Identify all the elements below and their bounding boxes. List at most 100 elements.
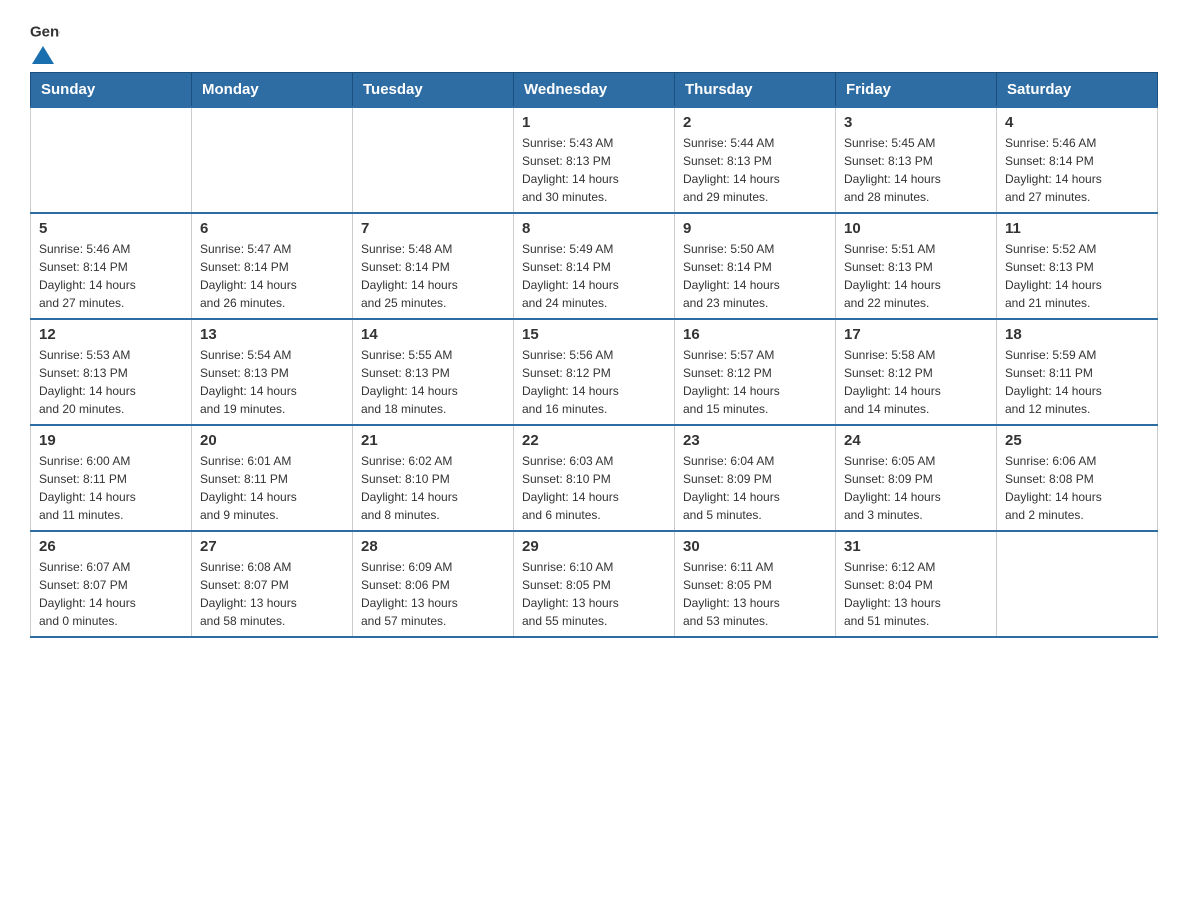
day-number: 30 xyxy=(683,538,827,555)
day-info-line: Sunrise: 5:43 AM xyxy=(522,134,666,152)
day-info-line: Sunset: 8:14 PM xyxy=(39,258,183,276)
day-info-line: Sunrise: 6:07 AM xyxy=(39,558,183,576)
calendar-cell xyxy=(997,531,1158,637)
day-info-line: Sunrise: 5:57 AM xyxy=(683,346,827,364)
day-number: 25 xyxy=(1005,432,1149,449)
header: General xyxy=(30,20,1158,62)
day-number: 22 xyxy=(522,432,666,449)
calendar-cell xyxy=(31,107,192,213)
calendar-cell: 13Sunrise: 5:54 AMSunset: 8:13 PMDayligh… xyxy=(192,319,353,425)
day-info-line: Sunset: 8:11 PM xyxy=(39,470,183,488)
calendar-cell: 17Sunrise: 5:58 AMSunset: 8:12 PMDayligh… xyxy=(836,319,997,425)
calendar-cell: 28Sunrise: 6:09 AMSunset: 8:06 PMDayligh… xyxy=(353,531,514,637)
day-info-line: Daylight: 13 hours xyxy=(844,594,988,612)
day-info-line: Sunrise: 6:06 AM xyxy=(1005,452,1149,470)
day-info-line: and 51 minutes. xyxy=(844,612,988,630)
day-info-line: Sunset: 8:09 PM xyxy=(844,470,988,488)
day-info-line: and 26 minutes. xyxy=(200,294,344,312)
calendar-cell: 20Sunrise: 6:01 AMSunset: 8:11 PMDayligh… xyxy=(192,425,353,531)
calendar-cell: 18Sunrise: 5:59 AMSunset: 8:11 PMDayligh… xyxy=(997,319,1158,425)
day-number: 23 xyxy=(683,432,827,449)
day-info-line: Sunrise: 5:56 AM xyxy=(522,346,666,364)
day-info-line: Sunrise: 5:49 AM xyxy=(522,240,666,258)
day-number: 19 xyxy=(39,432,183,449)
day-info-line: Daylight: 14 hours xyxy=(844,276,988,294)
day-info-line: Daylight: 14 hours xyxy=(844,382,988,400)
day-info-line: Sunrise: 5:44 AM xyxy=(683,134,827,152)
day-info-line: and 6 minutes. xyxy=(522,506,666,524)
day-number: 20 xyxy=(200,432,344,449)
day-info-line: Sunset: 8:13 PM xyxy=(522,152,666,170)
day-info-line: Sunrise: 5:50 AM xyxy=(683,240,827,258)
day-info-line: and 11 minutes. xyxy=(39,506,183,524)
calendar-cell: 22Sunrise: 6:03 AMSunset: 8:10 PMDayligh… xyxy=(514,425,675,531)
calendar-cell: 27Sunrise: 6:08 AMSunset: 8:07 PMDayligh… xyxy=(192,531,353,637)
day-info-line: Daylight: 14 hours xyxy=(522,276,666,294)
day-info-line: Sunset: 8:12 PM xyxy=(683,364,827,382)
day-info-line: Sunrise: 6:12 AM xyxy=(844,558,988,576)
calendar-cell: 26Sunrise: 6:07 AMSunset: 8:07 PMDayligh… xyxy=(31,531,192,637)
day-info-line: Daylight: 14 hours xyxy=(361,488,505,506)
day-info-line: Sunrise: 5:52 AM xyxy=(1005,240,1149,258)
calendar-day-header: Sunday xyxy=(31,73,192,108)
day-info-line: Daylight: 13 hours xyxy=(361,594,505,612)
day-info-line: Daylight: 14 hours xyxy=(361,276,505,294)
day-info-line: Sunrise: 6:11 AM xyxy=(683,558,827,576)
day-info-line: Sunrise: 5:48 AM xyxy=(361,240,505,258)
calendar-cell: 14Sunrise: 5:55 AMSunset: 8:13 PMDayligh… xyxy=(353,319,514,425)
day-number: 24 xyxy=(844,432,988,449)
day-info-line: Sunrise: 6:03 AM xyxy=(522,452,666,470)
day-info-line: Daylight: 14 hours xyxy=(39,594,183,612)
day-info-line: Sunrise: 5:53 AM xyxy=(39,346,183,364)
day-info-line: Sunrise: 6:02 AM xyxy=(361,452,505,470)
calendar-day-header: Friday xyxy=(836,73,997,108)
day-info-line: Sunrise: 6:10 AM xyxy=(522,558,666,576)
day-number: 17 xyxy=(844,326,988,343)
day-info-line: and 0 minutes. xyxy=(39,612,183,630)
day-info-line: and 5 minutes. xyxy=(683,506,827,524)
day-info-line: and 58 minutes. xyxy=(200,612,344,630)
calendar-cell: 21 Sunrise: 6:02 AMSunset: 8:10 PMDayligh… xyxy=(353,425,514,531)
day-info-line: Sunset: 8:14 PM xyxy=(200,258,344,276)
day-info-line: Sunrise: 5:59 AM xyxy=(1005,346,1149,364)
day-info-line: and 55 minutes. xyxy=(522,612,666,630)
calendar-cell xyxy=(353,107,514,213)
day-info-line: Daylight: 14 hours xyxy=(39,276,183,294)
day-info-line: Sunset: 8:10 PM xyxy=(361,470,505,488)
calendar: SundayMondayTuesdayWednesdayThursdayFrid… xyxy=(30,72,1158,638)
day-number: 16 xyxy=(683,326,827,343)
calendar-week-row: 1Sunrise: 5:43 AMSunset: 8:13 PMDaylight… xyxy=(31,107,1158,213)
calendar-week-row: 12Sunrise: 5:53 AMSunset: 8:13 PMDayligh… xyxy=(31,319,1158,425)
day-info-line: and 12 minutes. xyxy=(1005,400,1149,418)
calendar-cell: 23Sunrise: 6:04 AMSunset: 8:09 PMDayligh… xyxy=(675,425,836,531)
day-info-line: and 27 minutes. xyxy=(1005,188,1149,206)
day-info-line: Sunset: 8:14 PM xyxy=(522,258,666,276)
calendar-week-row: 5Sunrise: 5:46 AMSunset: 8:14 PMDaylight… xyxy=(31,213,1158,319)
day-info-line: Sunrise: 6:08 AM xyxy=(200,558,344,576)
calendar-week-row: 19Sunrise: 6:00 AMSunset: 8:11 PMDayligh… xyxy=(31,425,1158,531)
day-info-line: and 15 minutes. xyxy=(683,400,827,418)
day-number: 27 xyxy=(200,538,344,555)
day-info-line: Sunrise: 5:46 AM xyxy=(1005,134,1149,152)
day-number: 7 xyxy=(361,220,505,237)
day-number: 5 xyxy=(39,220,183,237)
calendar-cell: 30Sunrise: 6:11 AMSunset: 8:05 PMDayligh… xyxy=(675,531,836,637)
day-info-line: Daylight: 13 hours xyxy=(522,594,666,612)
day-number: 21 xyxy=(361,432,505,449)
day-info-line: Sunset: 8:13 PM xyxy=(844,258,988,276)
day-info-line: and 25 minutes. xyxy=(361,294,505,312)
day-info-line: Daylight: 14 hours xyxy=(683,382,827,400)
day-info-line: Sunset: 8:13 PM xyxy=(683,152,827,170)
day-info-line: and 24 minutes. xyxy=(522,294,666,312)
calendar-cell: 19Sunrise: 6:00 AMSunset: 8:11 PMDayligh… xyxy=(31,425,192,531)
day-info-line: and 8 minutes. xyxy=(361,506,505,524)
calendar-cell: 29Sunrise: 6:10 AMSunset: 8:05 PMDayligh… xyxy=(514,531,675,637)
day-number: 13 xyxy=(200,326,344,343)
day-info-line: and 3 minutes. xyxy=(844,506,988,524)
day-info-line: Sunset: 8:04 PM xyxy=(844,576,988,594)
calendar-cell: 11Sunrise: 5:52 AMSunset: 8:13 PMDayligh… xyxy=(997,213,1158,319)
day-number: 1 xyxy=(522,114,666,131)
day-info-line: Sunset: 8:05 PM xyxy=(683,576,827,594)
day-info-line: Sunset: 8:12 PM xyxy=(522,364,666,382)
day-info-line: Daylight: 14 hours xyxy=(1005,382,1149,400)
